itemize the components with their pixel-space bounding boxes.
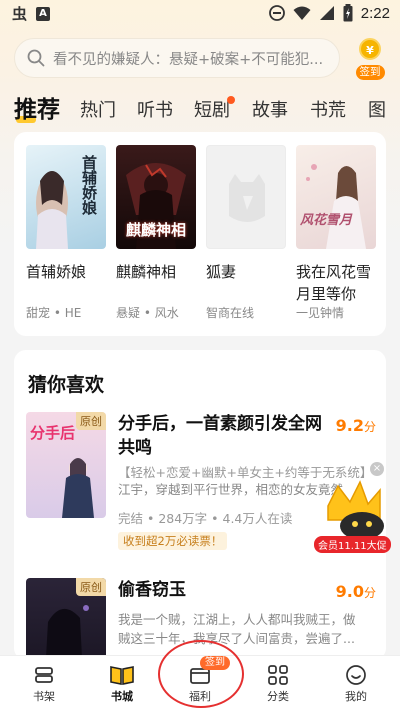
book-title-line: 我在风花雪 [296,263,372,281]
book-title: 狐妻 [206,263,237,281]
promo-close-button[interactable]: × [370,462,384,476]
book-subtitle: 智商在线 [206,306,255,320]
book-description: 我是一个贼，江湖上，人人都叫我贼王，做 贼这三十年，我享尽了人间富贵，尝遍了... [118,610,376,648]
cover-art [306,164,366,249]
book-subtitle: 一见钟情 [296,306,345,320]
nav-label: 分类 [267,690,289,703]
search-placeholder: 看不见的嫌疑人：悬疑+破案+不可能犯... [53,51,324,68]
bookstore-icon [110,666,134,685]
book-cover: 首辅娇娘 [26,145,106,249]
category-tabs: 推荐 热门 听书 短剧 故事 书荒 图 [0,90,400,128]
status-bar: 虫 A 2:22 [0,0,400,28]
score-value: 9.2 [335,416,364,435]
clock: 2:22 [360,4,390,22]
score-value: 9.0 [335,582,364,601]
placeholder-cat-icon [229,174,265,222]
original-tag: 原创 [76,412,106,430]
book-cover [206,145,286,249]
book-cover: 风花雪月 [296,145,376,249]
tab-hot[interactable]: 热门 [80,96,116,122]
book-meta: 完结 • 284万字 • 4.4万人在读 [118,511,293,526]
book-subtitle: 悬疑 • 风水 [116,306,179,320]
tab-audiobook[interactable]: 听书 [137,96,173,122]
search-input[interactable]: 看不见的嫌疑人：悬疑+破案+不可能犯... [14,38,340,78]
nav-label: 书城 [111,690,133,703]
score-unit: 分 [363,586,376,600]
tab-book-shortage[interactable]: 书荒 [310,96,346,122]
book-title: 首辅娇娘 [26,263,87,281]
app-notification-icon: 虫 [12,5,28,23]
tab-more[interactable]: 图 [368,96,386,122]
cover-title: 首辅娇娘 [80,155,98,215]
signal-icon [319,6,334,20]
coin-icon: ¥ [359,38,381,60]
wifi-icon [293,6,311,20]
cover-title: 麒麟神相 [125,221,186,239]
book-cover: 麒麟神相 [116,145,196,249]
nav-bookshelf[interactable]: 书架 [14,661,74,705]
book-title: 麒麟神相 [116,263,177,281]
signin-nav-badge: 签到 [200,656,230,670]
book-item[interactable]: 风花雪月 我在风花雪月里等你 [296,145,376,305]
nav-label: 福利 [189,690,211,703]
tab-recommend[interactable]: 推荐 [14,90,60,124]
vote-pill: 收到超2万必读票！ [118,532,228,550]
book-score: 9.0分 [336,582,376,601]
featured-books-card: 首辅娇娘 首辅娇娘 甜宠 • HE 麒麟神相 麒麟神相 悬疑 • 风水 狐妻 智… [14,132,386,336]
description-line: 贼这三十年，我享尽了人间富贵，尝遍了... [118,631,355,646]
nav-bookstore[interactable]: 书城 [92,661,152,705]
section-title: 猜你喜欢 [28,374,105,396]
book-score: 9.2分 [336,416,376,435]
book-item[interactable]: 首辅娇娘 首辅娇娘 [26,145,106,283]
nav-category[interactable]: 分类 [248,661,308,705]
book-subtitle: 甜宠 • HE [26,306,82,320]
nav-label: 书架 [33,690,55,703]
book-title-line: 月里等你 [296,285,357,303]
bookshelf-icon [35,667,53,683]
signin-button[interactable]: ¥ 签到 [350,38,390,80]
cover-title: 分手后 [30,424,76,442]
book-cover: 分手后 原创 [26,412,106,518]
dnd-icon [268,5,285,21]
recommendation-item[interactable]: 原创 偷香窃玉 9.0分 我是一个贼，江湖上，人人都叫我贼王，做 贼这三十年，我享… [26,578,376,684]
a-notification-icon: A [36,7,50,21]
original-tag: 原创 [76,578,106,596]
promo-widget[interactable]: × 会员11.11大促 [312,462,396,554]
book-item[interactable]: 狐妻 [206,145,286,283]
category-grid-icon [268,665,288,685]
score-unit: 分 [363,420,376,434]
signin-label: 签到 [355,65,385,80]
smile-profile-icon [346,665,366,685]
search-icon [27,49,45,67]
battery-icon [343,4,353,22]
nav-profile[interactable]: 我的 [326,661,386,705]
book-title: 我在风花雪 月里等你 [296,261,376,305]
description-line: 我是一个贼，江湖上，人人都叫我贼王，做 [118,612,356,627]
book-item[interactable]: 麒麟神相 麒麟神相 [116,145,196,283]
promo-label: 会员11.11大促 [314,536,391,553]
cover-title: 风花雪月 [300,213,353,228]
book-title: 分手后，一首素颜引发全网共鸣 [118,414,322,458]
book-title: 偷香窃玉 [118,580,186,600]
tab-new-dot [227,96,235,104]
tab-stories[interactable]: 故事 [252,96,288,122]
nav-label: 我的 [345,690,367,703]
tab-short-drama[interactable]: 短剧 [194,96,230,122]
